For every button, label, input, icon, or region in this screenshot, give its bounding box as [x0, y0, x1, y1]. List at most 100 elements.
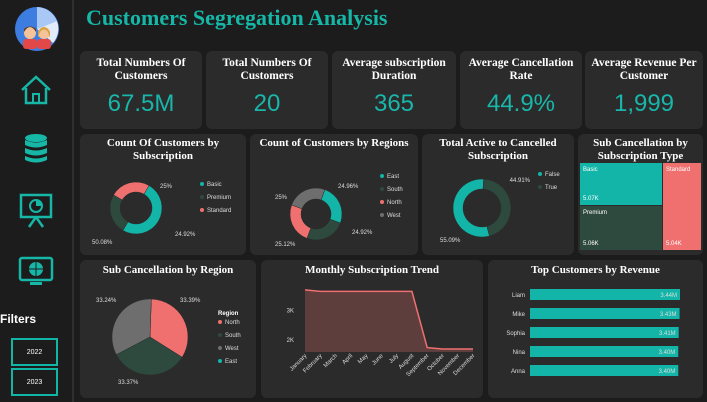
- bar-category-label: Nina: [513, 350, 526, 356]
- treemap-label: Premium: [583, 210, 608, 216]
- treemap-label: Standard: [666, 167, 691, 173]
- legend-item-south[interactable]: South: [387, 187, 403, 193]
- home-icon[interactable]: [16, 70, 56, 110]
- slice-standard[interactable]: [113, 181, 150, 201]
- bar-category-label: Anna: [511, 369, 526, 375]
- y-tick-label: 3K: [287, 309, 294, 315]
- legend-marker: [200, 182, 204, 186]
- legend-title: Region: [218, 311, 239, 317]
- bar-anna[interactable]: [530, 365, 679, 376]
- legend-marker: [218, 359, 222, 363]
- bar-category-label: Liam: [512, 293, 525, 299]
- legend-marker: [200, 195, 204, 199]
- x-tick-label: July: [388, 353, 400, 365]
- sidebar: Filters 2022 2023: [0, 0, 74, 402]
- treemap-label: Basic: [583, 167, 598, 173]
- bar-sophia[interactable]: [530, 327, 679, 338]
- legend-marker: [200, 208, 204, 212]
- legend-marker: [380, 200, 384, 204]
- slice-label-standard: 24.92%: [175, 232, 196, 238]
- donut-chart-subscription: 50.08% 25% 24.92% Basic Premium Standard: [92, 181, 231, 246]
- kpi-label: Average subscription Duration: [342, 57, 446, 82]
- slice-south[interactable]: [306, 218, 341, 241]
- slice-label-north: 33.39%: [180, 298, 201, 304]
- bar-category-label: Sophia: [506, 331, 525, 337]
- treemap-cell-basic[interactable]: Basic 5.07K: [580, 163, 662, 205]
- pie-chart-region: 33.39% 33.37% 33.24% Region North South West Ea…: [96, 298, 241, 386]
- kpi-card-total-customers: Total Numbers Of Customers 67.5M: [80, 51, 202, 129]
- legend-marker: [538, 172, 542, 176]
- kpi-card-avg-revenue: Average Revenue Per Customer 1,999: [585, 51, 703, 129]
- bar-liam[interactable]: [530, 289, 680, 300]
- bar-value-label: 3.44M: [660, 293, 677, 299]
- x-tick-label: June: [371, 353, 385, 367]
- slice-label-south: 25%: [275, 195, 288, 201]
- legend-item-north[interactable]: North: [387, 200, 402, 206]
- legend-marker: [218, 346, 222, 350]
- chart-card-monthly-trend: Monthly Subscription Trend 2K 3K January Fe…: [261, 260, 483, 398]
- slice-label-west: 24.92%: [352, 230, 373, 236]
- bar-nina[interactable]: [530, 346, 679, 357]
- filter-2023-button[interactable]: 2023: [11, 368, 58, 396]
- slice-label-premium: 25%: [160, 184, 173, 190]
- legend-item-east[interactable]: East: [225, 359, 237, 365]
- slice-west[interactable]: [291, 187, 326, 210]
- database-icon[interactable]: [16, 128, 56, 168]
- bar-category-label: Mike: [512, 312, 525, 318]
- kpi-label: Average Revenue Per Customer: [591, 57, 697, 82]
- chart-title: Sub Cancellation by Subscription Type: [593, 137, 688, 162]
- page-title: Customers Segregation Analysis: [86, 5, 388, 30]
- filter-2022-button[interactable]: 2022: [11, 338, 58, 366]
- kpi-label: Average Cancellation Rate: [468, 57, 574, 82]
- kpi-value: 44.9%: [486, 90, 556, 117]
- treemap-value: 5.04K: [666, 241, 682, 247]
- chart-card-active-cancelled: Total Active to Cancelled Subscription 5…: [422, 134, 574, 255]
- x-tick-label: April: [341, 353, 354, 366]
- legend-item-west[interactable]: West: [387, 213, 401, 219]
- chart-card-subscription: Count Of Customers by Subscription 50.08…: [80, 134, 246, 255]
- legend-item-premium[interactable]: Premium: [207, 195, 231, 201]
- legend-item-west[interactable]: West: [225, 346, 239, 352]
- bar-chart-top-customers: Liam 3.44M Mike 3.43M Sophia 3.41M Nina 3.40M An…: [506, 289, 680, 376]
- treemap-cell-premium[interactable]: Premium 5.06K: [580, 206, 662, 250]
- slice-north[interactable]: [289, 204, 312, 239]
- legend-item-basic[interactable]: Basic: [207, 182, 222, 188]
- bar-value-label: 3.41M: [659, 331, 676, 337]
- legend-item-south[interactable]: South: [225, 333, 241, 339]
- kpi-value: 365: [373, 90, 415, 117]
- bar-value-label: 3.40M: [659, 369, 676, 375]
- donut-chart-regions: 25.12% 25% 24.96% 24.92% East South North West: [275, 174, 403, 248]
- legend-item-north[interactable]: North: [225, 320, 240, 326]
- monitor-icon[interactable]: [16, 252, 56, 292]
- treemap-value: 5.07K: [583, 196, 599, 202]
- donut-chart-active-cancelled: 55.09% 44.91% False True: [440, 172, 560, 244]
- y-tick-label: 2K: [287, 338, 294, 344]
- slice-label-false: 55.09%: [440, 238, 461, 244]
- kpi-label: Total Numbers Of Customers: [222, 57, 312, 82]
- filters-label: Filters: [0, 312, 37, 326]
- presentation-chart-icon[interactable]: [16, 190, 56, 230]
- legend-marker: [218, 333, 222, 337]
- legend-item-east[interactable]: East: [387, 174, 399, 180]
- kpi-value: 67.5M: [107, 90, 175, 117]
- chart-card-cancellation-region: Sub Cancellation by Region 33.39% 33.37% 3…: [80, 260, 256, 398]
- legend-item-false[interactable]: False: [545, 172, 560, 178]
- kpi-value: 1,999: [613, 90, 675, 117]
- slice-true[interactable]: [482, 178, 512, 237]
- legend-item-standard[interactable]: Standard: [207, 208, 231, 214]
- legend-item-true[interactable]: True: [545, 185, 558, 191]
- kpi-value: 20: [253, 90, 281, 117]
- legend-marker: [380, 213, 384, 217]
- bar-value-label: 3.43M: [660, 312, 677, 318]
- slice-east[interactable]: [320, 189, 343, 224]
- treemap-value: 5.06K: [583, 241, 599, 247]
- customers-logo-icon: [15, 7, 59, 51]
- treemap-cell-standard[interactable]: Standard 5.04K: [663, 163, 701, 250]
- chart-card-treemap: Sub Cancellation by Subscription Type Ba…: [578, 134, 703, 255]
- bar-mike[interactable]: [530, 308, 680, 319]
- slice-label-south: 33.37%: [118, 380, 139, 386]
- slice-premium[interactable]: [109, 194, 129, 231]
- slice-label-west: 33.24%: [96, 298, 117, 304]
- bar-value-label: 3.40M: [659, 350, 676, 356]
- kpi-card-cancellation-rate: Average Cancellation Rate 44.9%: [460, 51, 582, 129]
